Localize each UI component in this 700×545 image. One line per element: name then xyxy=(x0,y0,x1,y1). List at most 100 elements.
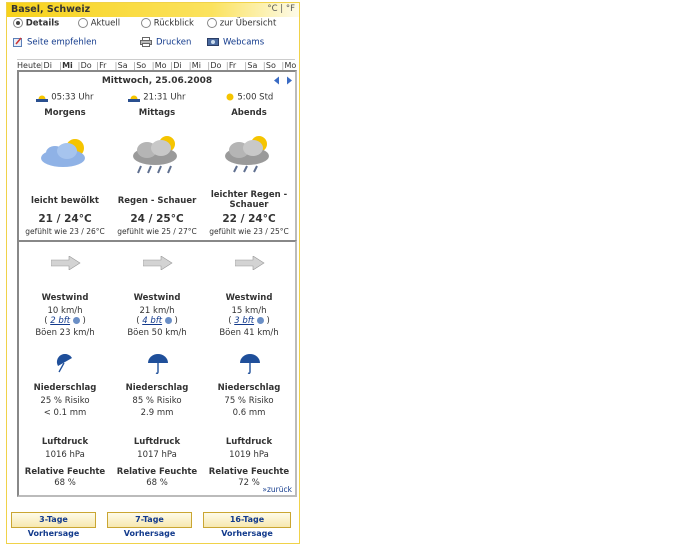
day-tab[interactable]: So xyxy=(266,61,276,70)
radio-icon[interactable] xyxy=(141,18,151,28)
precipitation-label: Niederschlag xyxy=(217,383,281,393)
precipitation-amount: < 0.1 mm xyxy=(43,408,87,418)
unit-toggle[interactable]: °C | °F xyxy=(267,4,295,14)
humidity-label: Relative Feuchte xyxy=(116,467,198,477)
radio-icon[interactable] xyxy=(207,18,217,28)
weather-widget: Basel, Schweiz °C | °F Details Aktuell R… xyxy=(6,2,300,544)
humidity-value: 68 % xyxy=(54,478,76,488)
option-rueckblick[interactable]: Rückblick xyxy=(141,18,194,29)
sunset: 21:31 Uhr xyxy=(111,92,203,103)
rain-showers-icon xyxy=(133,136,177,174)
day-tab[interactable]: Mo xyxy=(155,61,167,70)
umbrella-icon xyxy=(148,354,168,375)
wind-label: Westwind xyxy=(225,293,273,303)
day-tab[interactable]: Heute xyxy=(17,61,41,70)
beaufort-link[interactable]: 3 bft xyxy=(234,316,254,326)
sunset-time: 21:31 Uhr xyxy=(143,92,186,103)
pressure-value: 1016 hPa xyxy=(45,450,85,460)
weather-description: Regen - Schauer xyxy=(117,196,197,206)
day-tab[interactable]: So xyxy=(136,61,146,70)
webcams-label: Webcams xyxy=(223,37,265,48)
option-label: Aktuell xyxy=(90,18,121,29)
option-aktuell[interactable]: Aktuell xyxy=(78,18,120,29)
gusts: Böen 41 km/h xyxy=(219,328,279,338)
day-tab[interactable]: Mi xyxy=(192,61,201,70)
precipitation-risk: 85 % Risiko xyxy=(132,396,182,406)
light-rain-showers-icon xyxy=(225,136,269,173)
webcams-link[interactable]: Webcams xyxy=(207,37,264,48)
option-details[interactable]: Details xyxy=(13,18,59,29)
recommend-label: Seite empfehlen xyxy=(27,37,97,48)
precipitation-label: Niederschlag xyxy=(33,383,97,393)
temperature: 22 / 24°C xyxy=(222,213,276,225)
partly-cloudy-icon xyxy=(41,139,85,167)
print-label: Drucken xyxy=(156,37,192,48)
day-tab[interactable]: Fr xyxy=(229,61,236,70)
recommend-link[interactable]: Seite empfehlen xyxy=(13,37,97,48)
prev-next-arrows[interactable] xyxy=(273,76,293,85)
prev-day-icon xyxy=(274,76,279,85)
16-day-forecast-button[interactable]: 16-Tage Vorhersage xyxy=(203,512,291,538)
info-icon[interactable] xyxy=(72,317,80,324)
humidity-value: 68 % xyxy=(146,478,168,488)
pressure-label: Luftdruck xyxy=(133,437,181,447)
info-icon[interactable] xyxy=(164,317,172,324)
day-tab[interactable]: Sa xyxy=(247,61,257,70)
wind-label: Westwind xyxy=(133,293,181,303)
back-link[interactable]: »zurück xyxy=(262,485,292,494)
pressure-value: 1019 hPa xyxy=(229,450,269,460)
sunshine-duration: 5:00 Std xyxy=(203,92,295,103)
sunrise-icon xyxy=(36,95,49,103)
info-icon[interactable] xyxy=(256,317,264,324)
wind-label: Westwind xyxy=(41,293,89,303)
wind-direction-icon xyxy=(235,256,265,270)
sunrise: 05:33 Uhr xyxy=(19,92,111,103)
wind-speed: 21 km/h xyxy=(139,306,175,316)
option-label: zur Übersicht xyxy=(219,18,277,29)
day-tab[interactable]: Do xyxy=(210,61,221,70)
beaufort: ( 4 bft ) xyxy=(136,316,178,326)
precipitation-risk: 75 % Risiko xyxy=(224,396,274,406)
7-day-forecast-button[interactable]: 7-Tage Vorhersage xyxy=(107,512,192,538)
day-tab[interactable]: Di xyxy=(173,61,181,70)
gusts: Böen 50 km/h xyxy=(127,328,187,338)
period-title: Mittags xyxy=(138,108,176,118)
period-title: Morgens xyxy=(44,108,86,118)
wind-direction-icon xyxy=(143,256,173,270)
wind-speed: 10 km/h xyxy=(47,306,83,316)
day-tab[interactable]: Do xyxy=(81,61,92,70)
gusts: Böen 23 km/h xyxy=(35,328,95,338)
umbrella-icon xyxy=(56,354,72,373)
radio-selected-icon[interactable] xyxy=(13,18,23,28)
pressure-value: 1017 hPa xyxy=(137,450,177,460)
wind-speed: 15 km/h xyxy=(231,306,267,316)
feels-like: gefühlt wie 25 / 27°C xyxy=(117,227,197,236)
day-tab[interactable]: Fr xyxy=(99,61,106,70)
humidity-label: Relative Feuchte xyxy=(208,467,290,477)
option-label: Details xyxy=(25,18,60,29)
precipitation-amount: 0.6 mm xyxy=(232,408,266,418)
feels-like: gefühlt wie 23 / 26°C xyxy=(25,227,105,236)
3-day-forecast-button[interactable]: 3-Tage Vorhersage xyxy=(11,512,96,538)
pressure-label: Luftdruck xyxy=(225,437,273,447)
printer-icon xyxy=(140,37,152,47)
radio-icon[interactable] xyxy=(78,18,88,28)
pressure-label: Luftdruck xyxy=(41,437,89,447)
umbrella-icon xyxy=(240,354,260,375)
day-tab[interactable]: Mi xyxy=(62,61,73,70)
print-link[interactable]: Drucken xyxy=(140,37,191,48)
option-uebersicht[interactable]: zur Übersicht xyxy=(207,18,276,29)
beaufort-link[interactable]: 4 bft xyxy=(142,316,162,326)
beaufort-link[interactable]: 2 bft xyxy=(50,316,70,326)
humidity-label: Relative Feuchte xyxy=(24,467,106,477)
beaufort: ( 3 bft ) xyxy=(228,316,270,326)
option-label: Rückblick xyxy=(153,18,194,29)
day-tab[interactable]: Mo xyxy=(284,61,296,70)
precipitation-amount: 2.9 mm xyxy=(140,408,174,418)
next-day-icon xyxy=(287,76,292,85)
weather-description: leicht bewölkt xyxy=(31,196,99,206)
location-header: Basel, Schweiz °C | °F xyxy=(7,3,299,17)
temperature: 21 / 24°C xyxy=(38,213,92,225)
day-tab[interactable]: Di xyxy=(44,61,52,70)
day-tab[interactable]: Sa xyxy=(118,61,128,70)
